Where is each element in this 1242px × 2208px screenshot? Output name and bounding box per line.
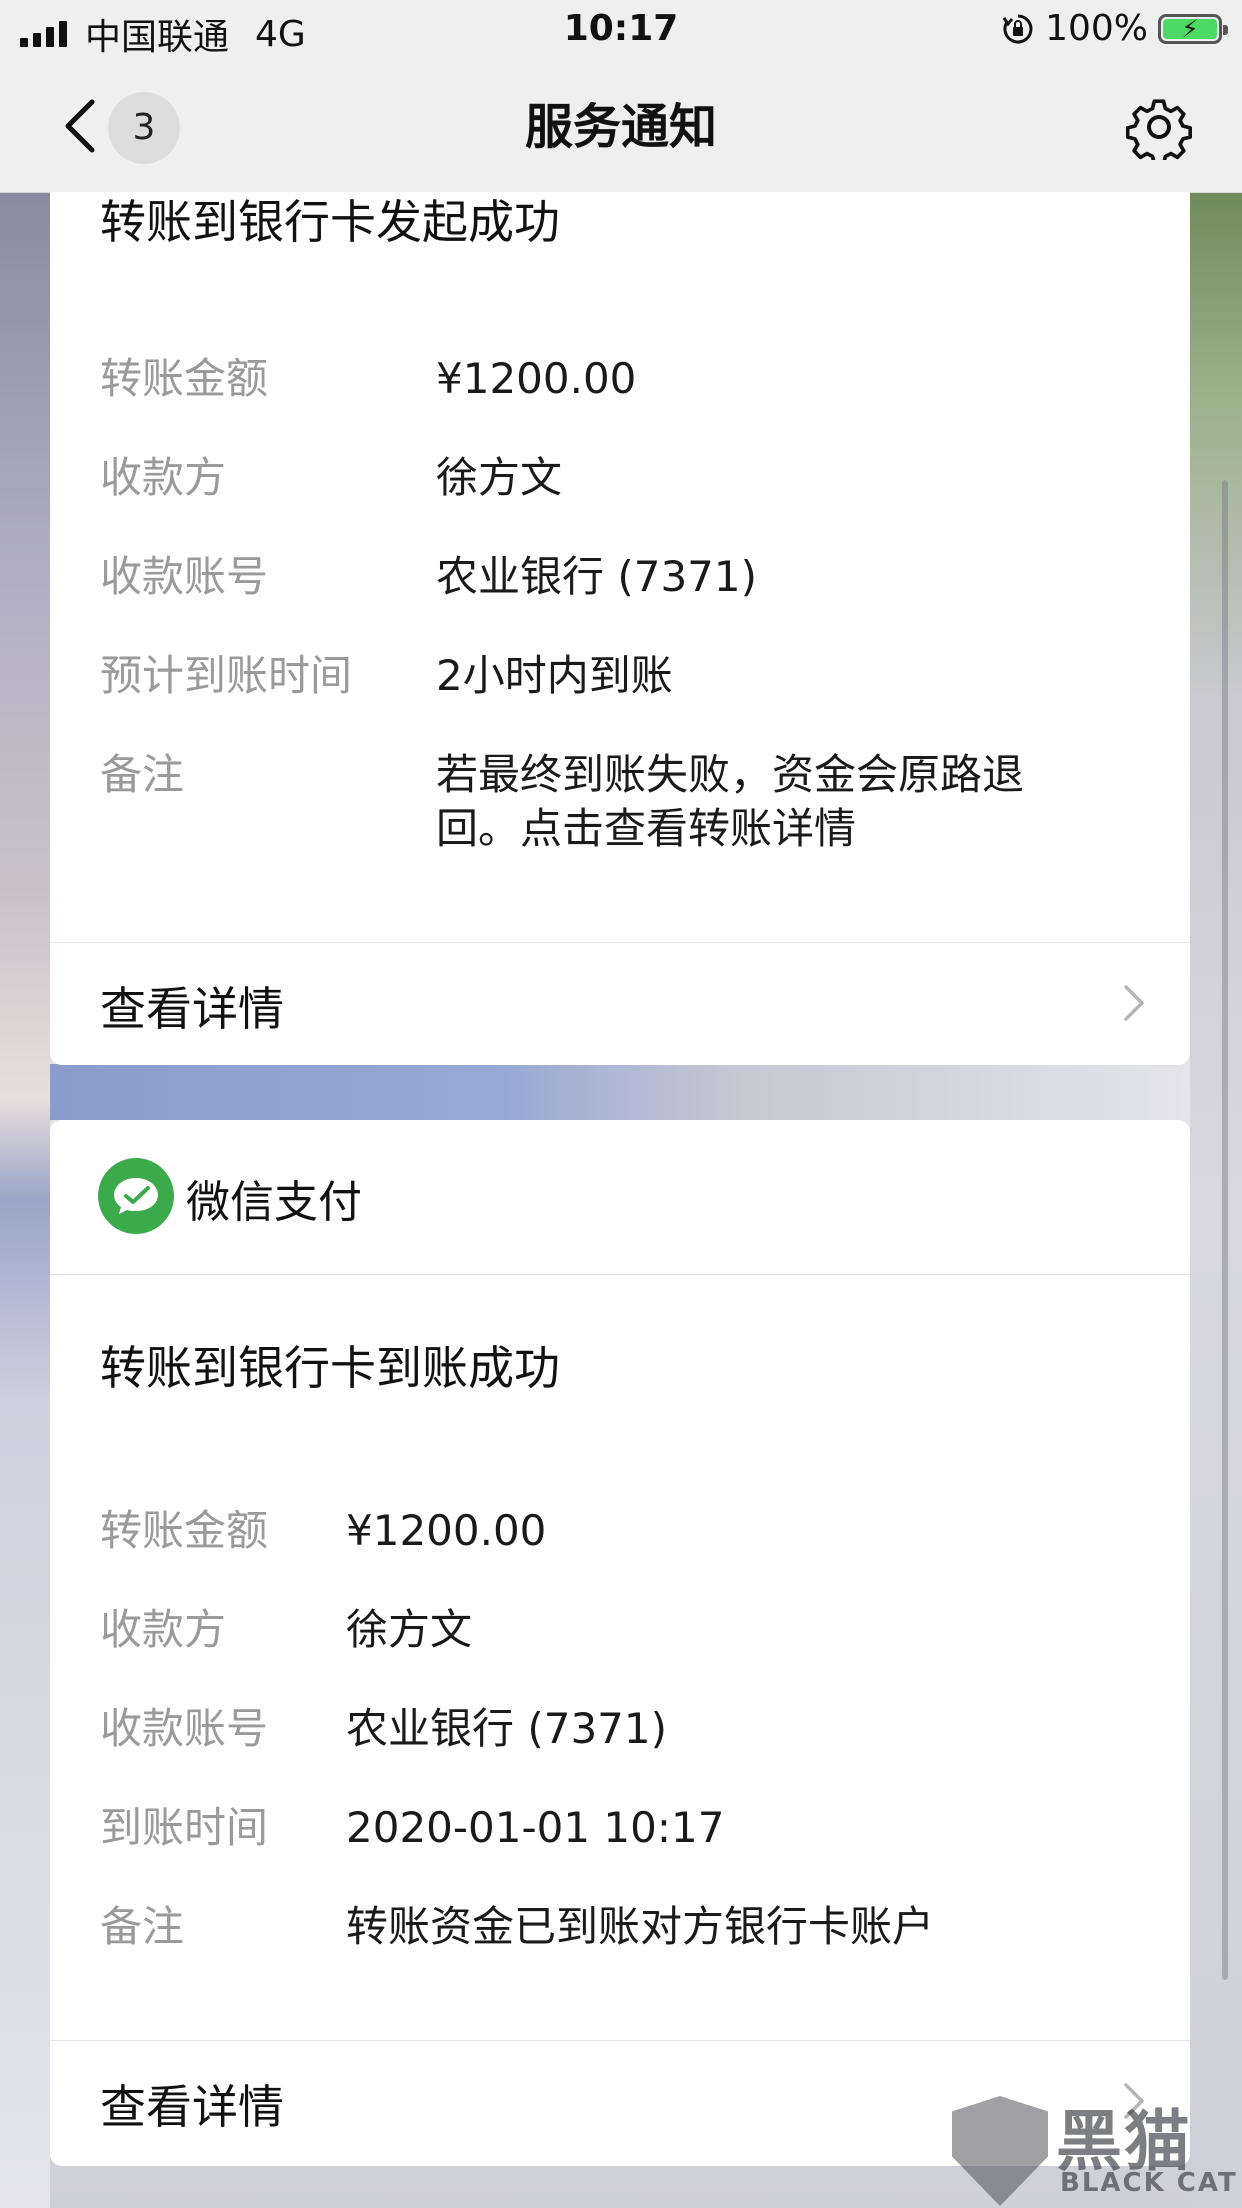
black-cat-watermark: 黑猫 BLACK CAT bbox=[952, 2088, 1242, 2208]
status-bar-right: 100% ⚡ bbox=[1001, 8, 1228, 49]
unread-count-badge[interactable]: 3 bbox=[108, 92, 180, 164]
back-chevron-icon[interactable] bbox=[56, 96, 106, 156]
view-details-label: 查看详情 bbox=[100, 2080, 284, 2134]
cat-shield-logo-icon bbox=[952, 2096, 1048, 2206]
watermark-subtext: BLACK CAT bbox=[1060, 2168, 1238, 2198]
row-value: 徐方文 bbox=[346, 1605, 473, 1654]
row-value: ¥1200.00 bbox=[436, 354, 637, 403]
row-value: ¥1200.00 bbox=[346, 1506, 547, 1555]
row-label: 转账金额 bbox=[100, 1506, 269, 1555]
view-details-label: 查看详情 bbox=[100, 982, 284, 1036]
row-label: 转账金额 bbox=[100, 354, 269, 403]
row-label: 备注 bbox=[100, 1902, 185, 1951]
background-photo-right bbox=[1190, 190, 1242, 2208]
row-label: 收款方 bbox=[100, 1605, 227, 1654]
row-label: 到账时间 bbox=[100, 1803, 269, 1852]
card-title: 转账到银行卡到账成功 bbox=[100, 1341, 560, 1395]
app-name: 微信支付 bbox=[186, 1177, 362, 1228]
battery-percent: 100% bbox=[1045, 8, 1148, 49]
row-label: 收款账号 bbox=[100, 1704, 269, 1753]
row-label: 收款方 bbox=[100, 453, 227, 502]
row-value: 2020-01-01 10:17 bbox=[346, 1803, 725, 1852]
background-photo-band bbox=[50, 1064, 1190, 1120]
page-title: 服务通知 bbox=[524, 99, 717, 155]
notification-card-transfer-arrived: 微信支付 转账到银行卡到账成功 转账金额 ¥1200.00 收款方 徐方文 收款… bbox=[50, 1120, 1190, 2166]
navigation-bar: 3 服务通知 bbox=[0, 62, 1242, 193]
status-bar: 中国联通 4G 10:17 100% ⚡ bbox=[0, 0, 1242, 62]
row-value: 农业银行 (7371) bbox=[346, 1704, 668, 1753]
wechat-pay-logo-icon bbox=[98, 1158, 174, 1234]
row-label: 备注 bbox=[100, 750, 185, 799]
row-value: 若最终到账失败，资金会原路退回。点击查看转账详情 bbox=[436, 750, 1025, 853]
battery-icon: ⚡ bbox=[1158, 13, 1228, 44]
row-value: 转账资金已到账对方银行卡账户 bbox=[346, 1902, 935, 1951]
card-title: 转账到银行卡发起成功 bbox=[100, 195, 560, 249]
view-details-link[interactable]: 查看详情 bbox=[50, 943, 1190, 1063]
background-photo-left bbox=[0, 190, 50, 2208]
settings-gear-icon[interactable] bbox=[1126, 94, 1192, 160]
app-header: 微信支付 bbox=[50, 1120, 1190, 1274]
row-label: 收款账号 bbox=[100, 552, 269, 601]
row-label: 预计到账时间 bbox=[100, 651, 353, 700]
notification-card-transfer-initiated: 转账到银行卡发起成功 转账金额 ¥1200.00 收款方 徐方文 收款账号 农业… bbox=[50, 192, 1190, 1065]
chevron-right-icon bbox=[1124, 985, 1144, 1021]
scroll-indicator[interactable] bbox=[1222, 480, 1228, 1980]
row-value: 2小时内到账 bbox=[436, 651, 673, 700]
row-value: 徐方文 bbox=[436, 453, 563, 502]
orientation-lock-icon bbox=[1002, 14, 1033, 43]
divider bbox=[50, 1274, 1190, 1275]
row-value: 农业银行 (7371) bbox=[436, 552, 758, 601]
